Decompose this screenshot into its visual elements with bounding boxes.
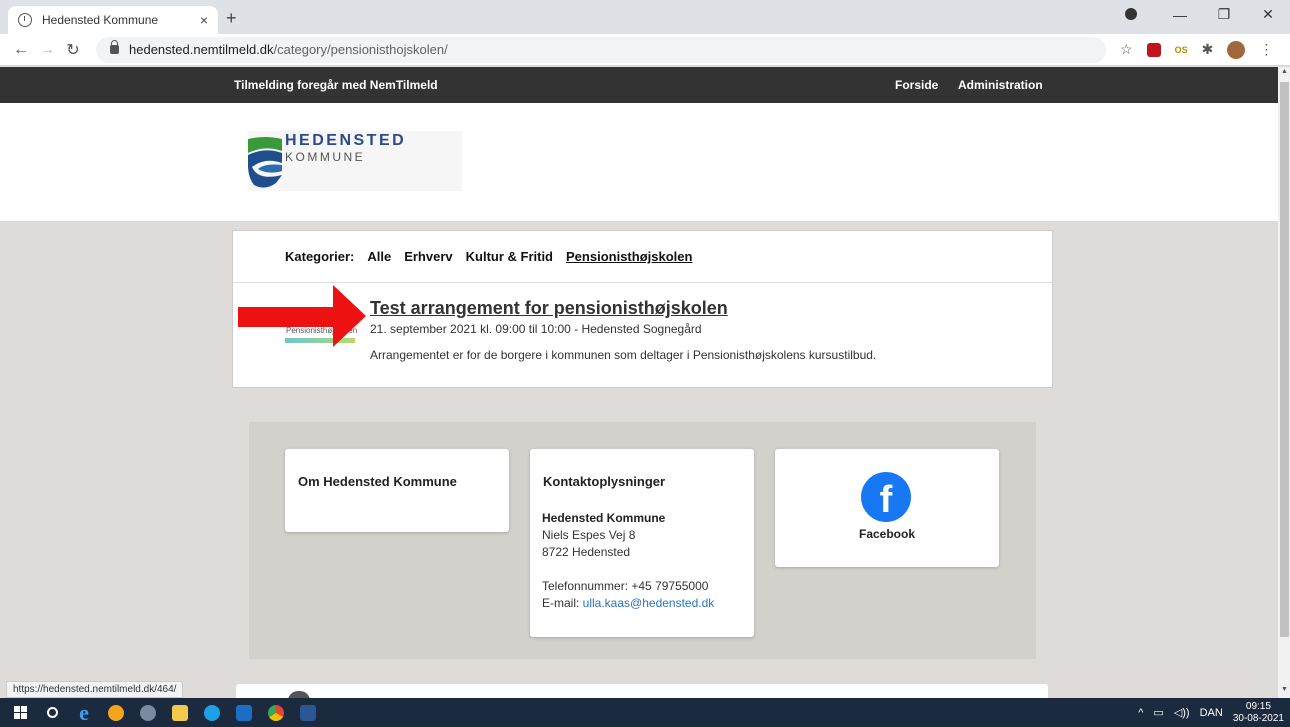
- extension-icons: ☆ OS ✱ ⋮: [1120, 40, 1273, 59]
- outlook-icon: [236, 704, 252, 721]
- clock[interactable]: 09:15 30-08-2021: [1233, 701, 1284, 725]
- nav-link-administration[interactable]: Administration: [958, 78, 1043, 92]
- language-indicator[interactable]: DAN: [1200, 707, 1223, 719]
- address-bar[interactable]: hedensted.nemtilmeld.dk/category/pension…: [96, 36, 1106, 63]
- url-path: /category/pensionisthojskolen/: [273, 42, 448, 57]
- skype-icon: [204, 704, 220, 721]
- contact-name: Hedensted Kommune: [542, 511, 666, 525]
- url-host: hedensted.nemtilmeld.dk: [129, 42, 274, 57]
- contact-details: Hedensted Kommune Niels Espes Vej 8 8722…: [542, 510, 714, 612]
- window-controls: — ❐ ✕: [1114, 6, 1290, 23]
- file-explorer-button[interactable]: [164, 698, 196, 727]
- volume-icon[interactable]: ◁)): [1174, 706, 1190, 719]
- search-button[interactable]: [36, 698, 68, 727]
- browser-tab-strip: Hedensted Kommune × + — ❐ ✕: [0, 0, 1290, 34]
- profile-dot-icon[interactable]: [1114, 7, 1158, 23]
- ie-icon: e: [79, 699, 89, 725]
- contact-phone: Telefonnummer: +45 79755000: [542, 579, 709, 593]
- category-link-erhverv[interactable]: Erhverv: [404, 249, 452, 264]
- link-status-bubble: https://hedensted.nemtilmeld.dk/464/: [6, 681, 184, 698]
- bookmark-star-icon[interactable]: ☆: [1120, 41, 1133, 58]
- nav-link-forside[interactable]: Forside: [895, 78, 938, 92]
- reload-icon[interactable]: ↻: [60, 40, 86, 60]
- puzzle-extensions-icon[interactable]: ✱: [1202, 41, 1214, 58]
- facebook-label: Facebook: [858, 527, 915, 541]
- profile-avatar-icon[interactable]: [1227, 40, 1246, 59]
- close-window-icon[interactable]: ✕: [1246, 6, 1290, 23]
- close-tab-icon[interactable]: ×: [200, 12, 208, 28]
- tray-chevron-icon[interactable]: ^: [1138, 707, 1143, 719]
- logo-text-kommune: KOMMUNE: [285, 150, 366, 164]
- outlook-button[interactable]: [228, 698, 260, 727]
- clock-favicon-icon: [18, 13, 32, 27]
- kebab-menu-icon[interactable]: ⋮: [1259, 41, 1273, 58]
- scroll-down-arrow-icon[interactable]: ▼: [1281, 686, 1288, 693]
- contact-city: 8722 Hedensted: [542, 545, 631, 559]
- system-tray: ^ ▭ ◁)) DAN 09:15 30-08-2021: [1138, 698, 1284, 727]
- windows-logo-icon: [13, 706, 27, 719]
- chrome-canary-icon: [108, 704, 124, 721]
- category-filter: Kategorier: Alle Erhverv Kultur & Fritid…: [233, 231, 1052, 283]
- folder-icon: [172, 704, 188, 721]
- scroll-up-arrow-icon[interactable]: ▲: [1281, 68, 1288, 75]
- category-link-kultur-fritid[interactable]: Kultur & Fritid: [466, 249, 553, 264]
- contact-street: Niels Espes Vej 8: [542, 528, 636, 542]
- facebook-card[interactable]: f Facebook: [775, 449, 999, 567]
- shield-logo-icon: [248, 137, 282, 188]
- back-arrow-icon[interactable]: ←: [8, 41, 34, 59]
- contact-card: Kontaktoplysninger Hedensted Kommune Nie…: [530, 449, 754, 637]
- about-title: Om Hedensted Kommune: [298, 474, 457, 489]
- restore-icon[interactable]: ❐: [1202, 6, 1246, 23]
- word-button[interactable]: [292, 698, 324, 727]
- ublock-extension-icon[interactable]: [1146, 42, 1161, 57]
- chrome-button[interactable]: [260, 698, 292, 727]
- edge-legacy-button[interactable]: e: [68, 698, 100, 727]
- start-button[interactable]: [4, 698, 36, 727]
- bottom-card-partial: [236, 684, 1048, 698]
- event-title-link[interactable]: Test arrangement for pensionisthøjskolen: [370, 298, 728, 319]
- nemtilmeld-notice: Tilmelding foregår med NemTilmeld: [234, 78, 438, 92]
- contact-email-label: E-mail:: [542, 596, 583, 610]
- facebook-icon[interactable]: f: [861, 472, 911, 522]
- new-tab-button[interactable]: +: [226, 8, 237, 29]
- lock-icon: [110, 40, 119, 54]
- word-icon: [300, 704, 316, 721]
- snipping-icon: [140, 704, 156, 721]
- skype-button[interactable]: [196, 698, 228, 727]
- clock-time: 09:15: [1245, 700, 1271, 712]
- category-label: Kategorier:: [285, 249, 355, 264]
- minimize-icon[interactable]: —: [1158, 7, 1202, 23]
- clock-date: 30-08-2021: [1232, 712, 1284, 724]
- contact-title: Kontaktoplysninger: [543, 474, 666, 489]
- tab-title: Hedensted Kommune: [42, 13, 159, 27]
- logo-text-hedensted: HEDENSTED: [285, 132, 407, 149]
- browser-toolbar: ← → ↻ hedensted.nemtilmeld.dk/category/p…: [0, 34, 1290, 66]
- snipping-tool-button[interactable]: [132, 698, 164, 727]
- site-header: HEDENSTED KOMMUNE: [0, 103, 1278, 221]
- site-top-bar: Tilmelding foregår med NemTilmeld Forsid…: [0, 67, 1278, 103]
- chrome-icon: [268, 704, 284, 721]
- browser-tab[interactable]: Hedensted Kommune ×: [8, 6, 218, 34]
- red-arrow-icon: [238, 285, 366, 347]
- about-card[interactable]: Om Hedensted Kommune: [285, 449, 509, 532]
- chrome-canary-button[interactable]: [100, 698, 132, 727]
- windows-taskbar: e ^ ▭ ◁)) DAN 09:15 30-08-2021: [0, 698, 1290, 727]
- scrollbar-thumb[interactable]: [1280, 82, 1289, 637]
- footer-panel: Om Hedensted Kommune Kontaktoplysninger …: [249, 422, 1036, 659]
- contact-email-link[interactable]: ulla.kaas@hedensted.dk: [583, 596, 715, 610]
- event-description: Arrangementet er for de borgere i kommun…: [370, 348, 877, 362]
- hedensted-logo[interactable]: HEDENSTED KOMMUNE: [248, 131, 462, 191]
- network-icon[interactable]: ▭: [1153, 706, 1163, 719]
- forward-arrow-icon[interactable]: →: [34, 41, 60, 59]
- category-link-pensionisthojskolen[interactable]: Pensionisthøjskolen: [566, 249, 692, 264]
- category-link-alle[interactable]: Alle: [367, 249, 391, 264]
- event-date-location: 21. september 2021 kl. 09:00 til 10:00 -…: [370, 322, 702, 336]
- search-icon: [46, 707, 58, 718]
- os-extension-icon[interactable]: OS: [1175, 45, 1188, 55]
